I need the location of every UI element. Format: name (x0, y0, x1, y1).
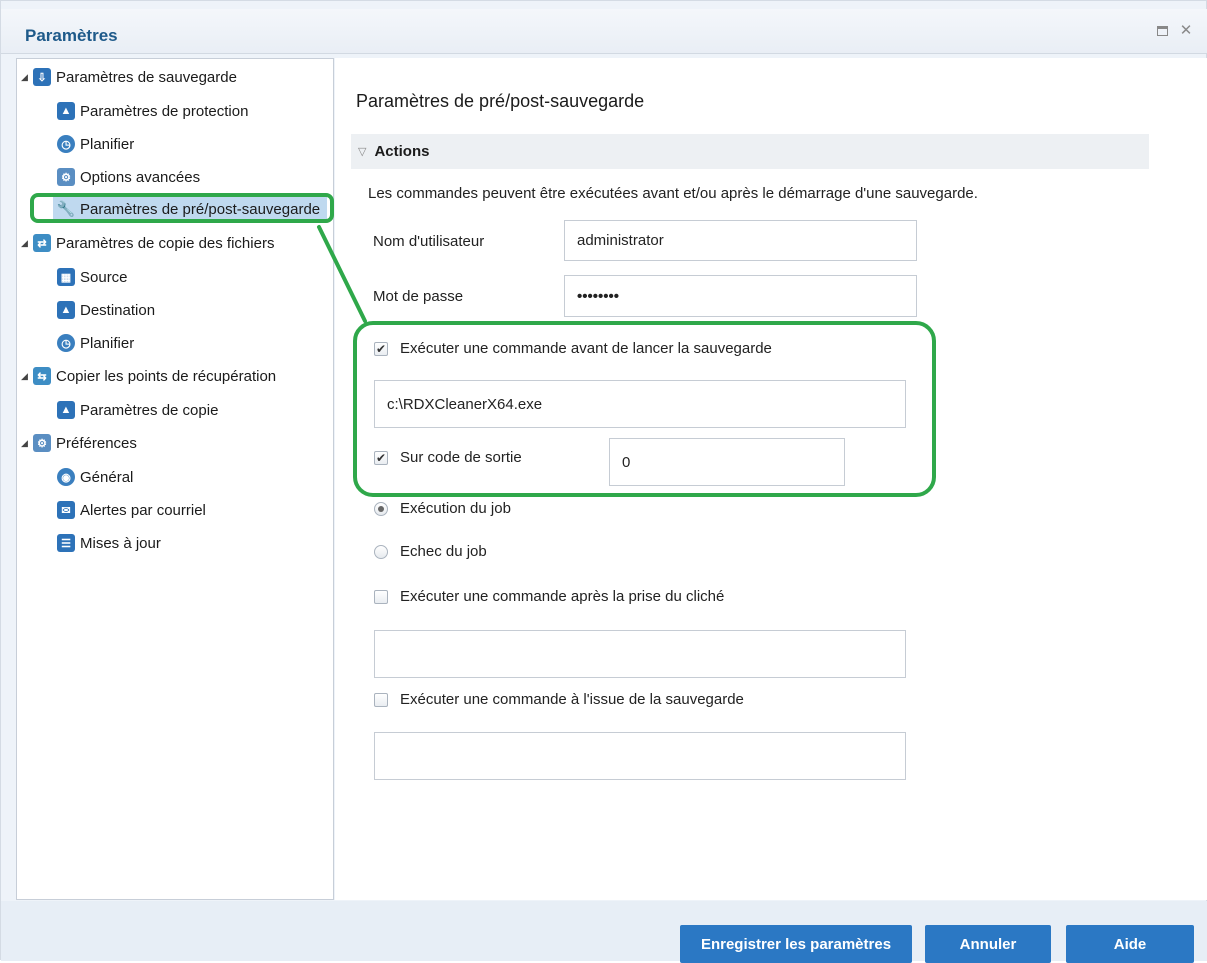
tree-item-label: Alertes par courriel (80, 501, 206, 519)
tree-item-label: Mises à jour (80, 534, 161, 552)
after-snapshot-checkbox[interactable] (374, 589, 388, 604)
after-backup-label: Exécuter une commande à l'issue de la sa… (400, 691, 744, 708)
settings-tree: ◢ ⇩ Paramètres de sauvegarde ▲ Paramètre… (16, 58, 334, 900)
tree-item-backup-settings[interactable]: ◢ ⇩ Paramètres de sauvegarde (21, 64, 237, 90)
recovery-points-icon: ⇆ (33, 367, 51, 385)
before-command-checkbox-row[interactable]: ✔ Exécuter une commande avant de lancer … (374, 340, 772, 357)
tree-item-label: Paramètres de sauvegarde (56, 68, 237, 86)
password-field[interactable]: •••••••• (564, 275, 917, 317)
tree-item-copy-recovery-points[interactable]: ◢ ⇆ Copier les points de récupération (21, 363, 276, 389)
radio-fail-job-label: Echec du job (400, 543, 487, 560)
email-alert-icon: ✉ (57, 501, 75, 519)
after-backup-input[interactable] (374, 732, 906, 780)
cancel-button[interactable]: Annuler (925, 925, 1051, 963)
dialog-title: Paramètres (25, 26, 118, 45)
schedule-icon: ◷ (57, 334, 75, 352)
tree-item-label: Copier les points de récupération (56, 367, 277, 385)
exit-code-checkbox[interactable]: ✔ (374, 450, 388, 465)
tree-item-preferences[interactable]: ◢ ⚙ Préférences (21, 430, 137, 456)
exit-code-label: Sur code de sortie (400, 449, 522, 466)
tree-item-destination[interactable]: ▲ Destination (57, 297, 155, 323)
after-backup-checkbox[interactable] (374, 692, 388, 707)
tree-item-source[interactable]: ▦ Source (57, 264, 128, 290)
page-title: Paramètres de pré/post-sauvegarde (356, 91, 645, 111)
schedule-icon: ◷ (57, 135, 75, 153)
tree-item-label: Paramètres de copie (80, 401, 219, 419)
restore-icon[interactable] (1154, 23, 1170, 39)
collapse-arrow-icon[interactable]: ◢ (21, 72, 33, 83)
section-title: Actions (374, 143, 430, 160)
advanced-options-icon: ⚙ (57, 168, 75, 186)
title-bar: Paramètres ✕ (1, 9, 1207, 54)
tree-item-schedule[interactable]: ◷ Planifier (57, 131, 134, 157)
tree-item-advanced-options[interactable]: ⚙ Options avancées (57, 164, 200, 190)
collapse-arrow-icon[interactable]: ◢ (21, 371, 33, 382)
collapse-triangle-icon: ▽ (358, 146, 367, 158)
source-icon: ▦ (57, 268, 75, 286)
tree-item-label: Général (80, 468, 134, 486)
tree-item-schedule-copy[interactable]: ◷ Planifier (57, 330, 134, 356)
wrench-icon: 🔧 (56, 201, 76, 218)
settings-dialog: Paramètres ✕ ◢ ⇩ Paramètres de sauvegard… (0, 0, 1207, 963)
radio-fail-job-row[interactable]: Echec du job (374, 543, 487, 560)
copy-settings-icon: ▲ (57, 401, 75, 419)
save-settings-button[interactable]: Enregistrer les paramètres (680, 925, 912, 963)
protection-icon: ▲ (57, 102, 75, 120)
before-command-label: Exécuter une commande avant de lancer la… (400, 340, 772, 357)
help-button[interactable]: Aide (1066, 925, 1194, 963)
backup-settings-icon: ⇩ (33, 68, 51, 86)
after-snapshot-input[interactable] (374, 630, 906, 678)
collapse-arrow-icon[interactable]: ◢ (21, 438, 33, 449)
exit-code-checkbox-row[interactable]: ✔ Sur code de sortie (374, 449, 522, 466)
window-controls: ✕ (1154, 23, 1194, 39)
tree-item-label: Préférences (56, 434, 137, 452)
tree-item-label: Paramètres de pré/post-sauvegarde (80, 200, 321, 218)
tree-item-pre-post-backup[interactable]: 🔧 Paramètres de pré/post-sauvegarde (53, 196, 327, 222)
after-snapshot-label: Exécuter une commande après la prise du … (400, 588, 725, 605)
general-icon: ◉ (57, 468, 75, 486)
close-icon[interactable]: ✕ (1178, 23, 1194, 39)
tree-item-email-alerts[interactable]: ✉ Alertes par courriel (57, 497, 206, 523)
radio-fail-job[interactable] (374, 544, 388, 559)
radio-run-job[interactable] (374, 501, 388, 516)
tree-item-label: Paramètres de copie des fichiers (56, 234, 275, 252)
description-text: Les commandes peuvent être exécutées ava… (368, 185, 978, 202)
destination-icon: ▲ (57, 301, 75, 319)
tree-item-updates[interactable]: ☰ Mises à jour (57, 530, 161, 556)
exit-code-input[interactable]: 0 (609, 438, 845, 486)
tree-item-label: Options avancées (80, 168, 201, 186)
file-copy-icon: ⇄ (33, 234, 51, 252)
radio-run-job-label: Exécution du job (400, 500, 511, 517)
tree-item-label: Paramètres de protection (80, 102, 249, 120)
after-backup-checkbox-row[interactable]: Exécuter une commande à l'issue de la sa… (374, 691, 744, 708)
tree-item-label: Source (80, 268, 128, 286)
tree-item-label: Planifier (80, 334, 135, 352)
tree-item-file-copy-settings[interactable]: ◢ ⇄ Paramètres de copie des fichiers (21, 230, 274, 256)
tree-item-copy-settings[interactable]: ▲ Paramètres de copie (57, 397, 218, 423)
radio-run-job-row[interactable]: Exécution du job (374, 500, 511, 517)
username-field[interactable]: administrator (564, 220, 917, 261)
password-label: Mot de passe (373, 288, 464, 305)
before-command-input[interactable]: c:\RDXCleanerX64.exe (374, 380, 906, 428)
after-snapshot-checkbox-row[interactable]: Exécuter une commande après la prise du … (374, 588, 724, 605)
preferences-icon: ⚙ (33, 434, 51, 452)
content-panel: Paramètres de pré/post-sauvegarde ▽ Acti… (335, 58, 1207, 900)
tree-item-general[interactable]: ◉ Général (57, 464, 133, 490)
updates-icon: ☰ (57, 534, 75, 552)
section-actions-header[interactable]: ▽ Actions (351, 134, 1149, 169)
username-label: Nom d'utilisateur (373, 233, 485, 250)
tree-item-label: Planifier (80, 135, 135, 153)
tree-item-protection-settings[interactable]: ▲ Paramètres de protection (57, 98, 248, 124)
tree-item-label: Destination (80, 301, 156, 319)
collapse-arrow-icon[interactable]: ◢ (21, 238, 33, 249)
before-command-checkbox[interactable]: ✔ (374, 341, 388, 356)
